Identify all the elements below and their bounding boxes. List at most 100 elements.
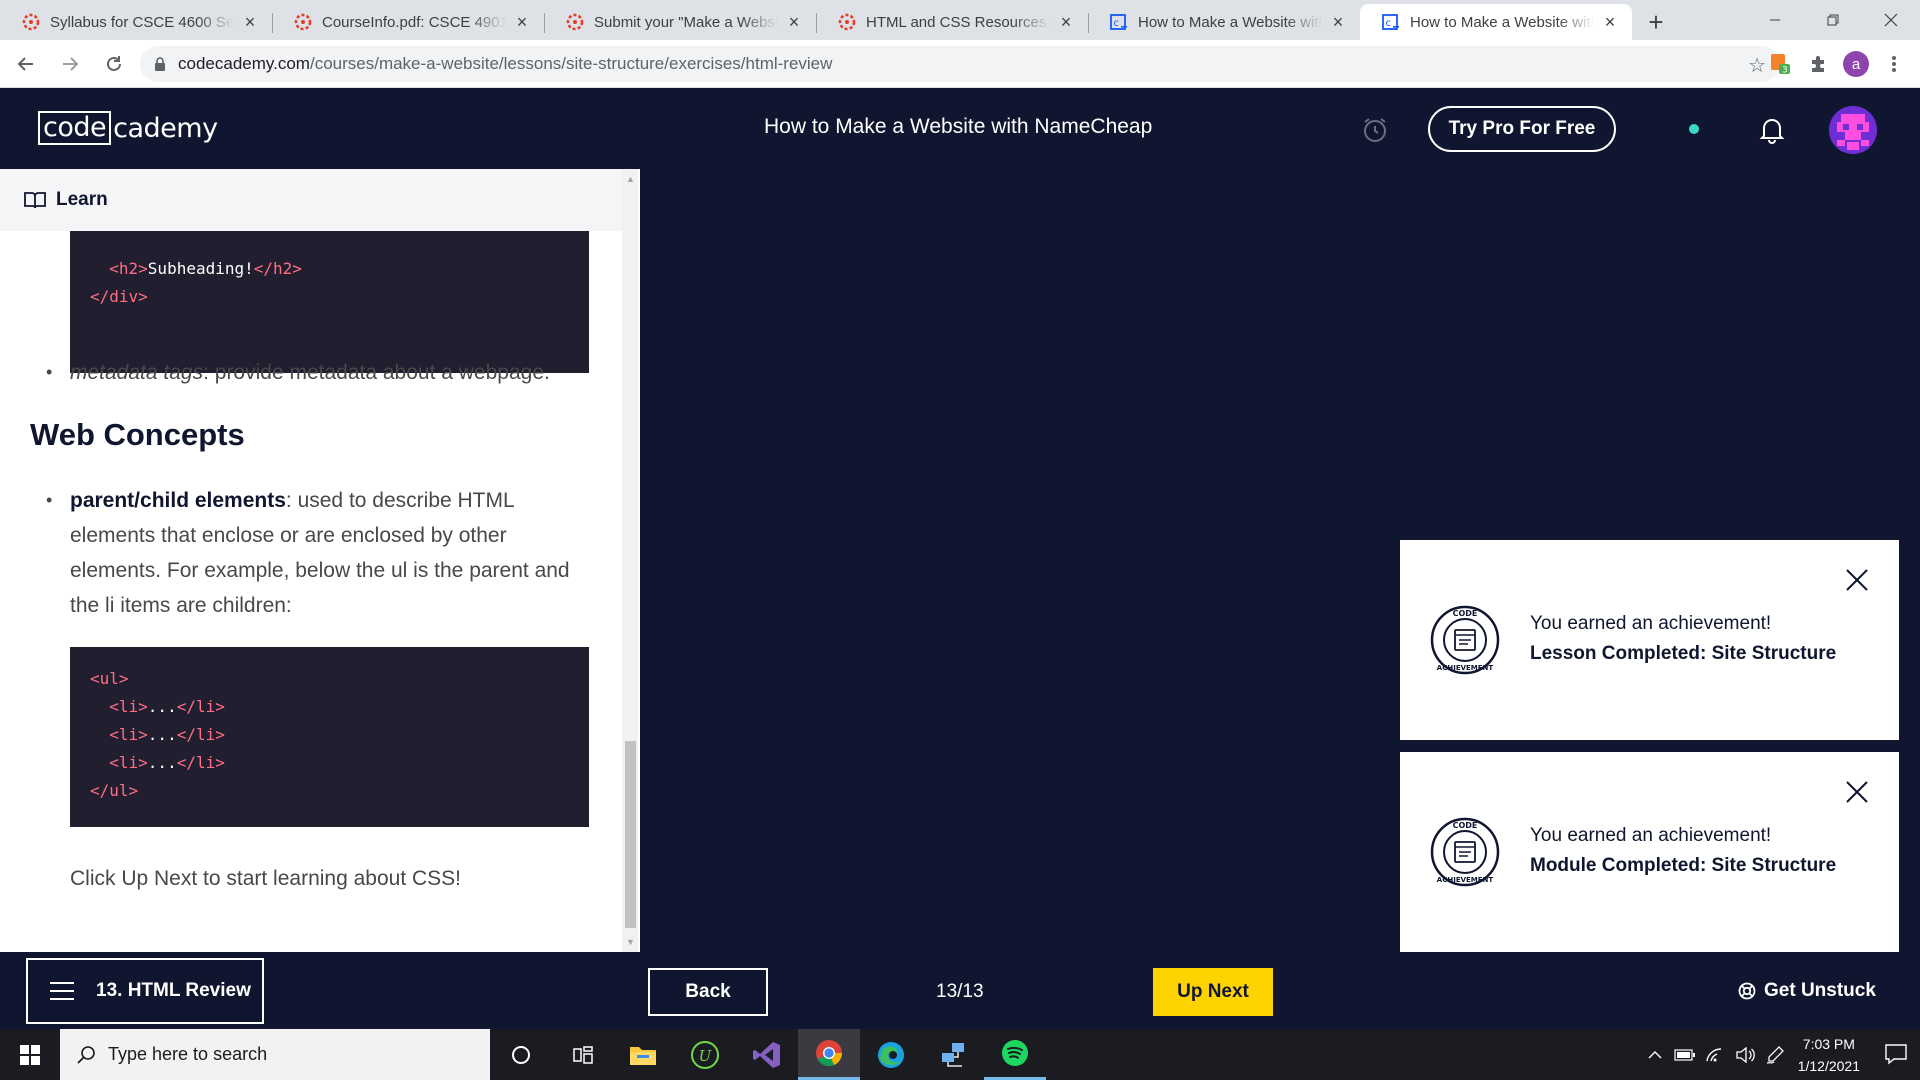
user-avatar[interactable] bbox=[1829, 106, 1877, 154]
reload-icon[interactable] bbox=[96, 46, 132, 82]
codecademy-icon: c bbox=[1110, 13, 1128, 31]
close-tab-icon[interactable]: × bbox=[1328, 12, 1348, 32]
address-bar[interactable]: codecademy.com/courses/make-a-website/le… bbox=[140, 46, 1780, 82]
windows-start-icon[interactable] bbox=[0, 1029, 60, 1080]
code-text: ... bbox=[147, 697, 177, 716]
svg-text:c: c bbox=[1386, 18, 1392, 29]
close-icon[interactable] bbox=[1845, 780, 1869, 804]
network-icon[interactable] bbox=[922, 1029, 984, 1080]
pen-workspace-icon[interactable] bbox=[1762, 1044, 1788, 1066]
term: metadata tags bbox=[70, 361, 204, 384]
learn-panel: Learn <h1 class="main"> <h2>Subheading!<… bbox=[0, 169, 640, 952]
code-line: <ul> bbox=[90, 665, 569, 693]
achievement-toast: CODE ACHIEVEMENT You earned an achieveme… bbox=[1400, 752, 1899, 952]
upwork-icon[interactable]: U bbox=[674, 1029, 736, 1080]
code-tag: </li> bbox=[176, 725, 225, 744]
lifebuoy-icon bbox=[1738, 982, 1756, 1000]
lock-icon bbox=[155, 57, 165, 71]
status-dot bbox=[1689, 124, 1699, 134]
section-heading: Web Concepts bbox=[30, 417, 245, 452]
alarm-clock-icon[interactable] bbox=[1362, 117, 1388, 143]
cortana-icon[interactable] bbox=[490, 1029, 552, 1080]
learn-panel-header: Learn bbox=[0, 169, 622, 231]
lesson-menu-button[interactable]: 13. HTML Review bbox=[26, 958, 264, 1024]
svg-text:CODE: CODE bbox=[1453, 821, 1478, 830]
hamburger-menu-icon bbox=[50, 982, 74, 1000]
svg-text:ACHIEVEMENT: ACHIEVEMENT bbox=[1437, 876, 1494, 884]
open-book-icon bbox=[24, 192, 46, 209]
tab-title: How to Make a Website with bbox=[1410, 13, 1594, 31]
learn-scrollbar[interactable]: ▲ ▼ bbox=[622, 169, 638, 952]
lesson-menu-label: 13. HTML Review bbox=[96, 980, 251, 1001]
clock-date: 1/12/2021 bbox=[1797, 1057, 1860, 1074]
task-view-icon[interactable] bbox=[552, 1029, 614, 1080]
bullet-parent-child: parent/child elements: used to describe … bbox=[46, 483, 590, 623]
forward-arrow-icon[interactable] bbox=[52, 46, 88, 82]
browser-tab-active[interactable]: c How to Make a Website with × bbox=[1360, 4, 1632, 40]
spotify-icon[interactable] bbox=[984, 1029, 1046, 1080]
chevron-up-icon[interactable] bbox=[1642, 1044, 1668, 1066]
search-placeholder: Type here to search bbox=[108, 1044, 268, 1064]
canvas-icon bbox=[838, 13, 856, 31]
close-tab-icon[interactable]: × bbox=[1056, 12, 1076, 32]
up-next-button[interactable]: Up Next bbox=[1153, 968, 1273, 1016]
new-tab-button[interactable]: + bbox=[1636, 4, 1676, 40]
close-tab-icon[interactable]: × bbox=[240, 12, 260, 32]
restore-icon[interactable] bbox=[1804, 0, 1862, 40]
close-tab-icon[interactable]: × bbox=[784, 12, 804, 32]
browser-tab[interactable]: Submit your "Make a Websit × bbox=[544, 4, 816, 40]
back-arrow-icon[interactable] bbox=[8, 46, 44, 82]
back-button[interactable]: Back bbox=[648, 968, 768, 1016]
windows-taskbar: Type here to search U 7:03 PM 1/12/2021 bbox=[0, 1029, 1920, 1080]
tab-title: How to Make a Website with bbox=[1138, 13, 1322, 31]
toast-message: You earned an achievement! bbox=[1530, 825, 1772, 846]
visual-studio-icon[interactable] bbox=[736, 1029, 798, 1080]
codecademy-logo[interactable]: code cademy bbox=[38, 111, 218, 145]
puzzle-extensions-icon[interactable] bbox=[1800, 46, 1836, 82]
code-text: Subheading! bbox=[147, 259, 254, 278]
browser-tab[interactable]: c How to Make a Website with × bbox=[1088, 4, 1360, 40]
code-tag: </h2> bbox=[253, 259, 302, 278]
chrome-menu-icon[interactable] bbox=[1876, 46, 1912, 82]
file-explorer-icon[interactable] bbox=[612, 1029, 674, 1080]
browser-tab[interactable]: HTML and CSS Resources: CS × bbox=[816, 4, 1088, 40]
canvas-icon bbox=[566, 13, 584, 31]
browser-tab[interactable]: Syllabus for CSCE 4600 Sectic × bbox=[0, 4, 272, 40]
scroll-down-arrow-icon[interactable]: ▼ bbox=[625, 936, 636, 948]
close-window-icon[interactable] bbox=[1862, 0, 1920, 40]
minimize-icon[interactable] bbox=[1746, 0, 1804, 40]
term: parent/child elements bbox=[70, 489, 286, 512]
browser-tab[interactable]: CourseInfo.pdf: CSCE 4901 Se × bbox=[272, 4, 544, 40]
code-text: ... bbox=[147, 725, 177, 744]
get-unstuck-label: Get Unstuck bbox=[1764, 980, 1876, 1001]
scroll-up-arrow-icon[interactable]: ▲ bbox=[625, 173, 636, 185]
notification-bell-icon[interactable] bbox=[1759, 116, 1785, 144]
get-unstuck-button[interactable]: Get Unstuck bbox=[1738, 980, 1876, 1002]
profile-avatar[interactable]: a bbox=[1838, 46, 1874, 82]
try-pro-button[interactable]: Try Pro For Free bbox=[1428, 106, 1616, 152]
course-title: How to Make a Website with NameCheap bbox=[764, 115, 1153, 138]
svg-text:U: U bbox=[699, 1047, 713, 1065]
bullet-metadata-tags: metadata tags: provide metadata about a … bbox=[46, 355, 590, 390]
code-line: </ul> bbox=[90, 777, 569, 805]
code-line: <li>...</li> bbox=[90, 749, 569, 777]
volume-icon[interactable] bbox=[1732, 1044, 1758, 1066]
code-tag: <li> bbox=[109, 697, 148, 716]
close-icon[interactable] bbox=[1845, 568, 1869, 592]
taskbar-clock[interactable]: 7:03 PM 1/12/2021 bbox=[1798, 1033, 1860, 1077]
wifi-icon[interactable] bbox=[1702, 1044, 1728, 1066]
window-controls bbox=[1746, 0, 1920, 40]
taskbar-search-box[interactable]: Type here to search bbox=[60, 1029, 490, 1080]
code-tag: <li> bbox=[109, 725, 148, 744]
browser-tab-strip: Syllabus for CSCE 4600 Sectic × CourseIn… bbox=[0, 0, 1920, 40]
extension-badge-icon[interactable]: 3 bbox=[1762, 46, 1798, 82]
scroll-thumb[interactable] bbox=[625, 741, 636, 928]
battery-icon[interactable] bbox=[1672, 1044, 1698, 1066]
action-center-icon[interactable] bbox=[1884, 1043, 1908, 1065]
edge-icon[interactable] bbox=[860, 1029, 922, 1080]
canvas-icon bbox=[22, 13, 40, 31]
close-tab-icon[interactable]: × bbox=[1600, 12, 1620, 32]
close-tab-icon[interactable]: × bbox=[512, 12, 532, 32]
browser-toolbar: codecademy.com/courses/make-a-website/le… bbox=[0, 40, 1920, 88]
chrome-icon[interactable] bbox=[798, 1029, 860, 1080]
